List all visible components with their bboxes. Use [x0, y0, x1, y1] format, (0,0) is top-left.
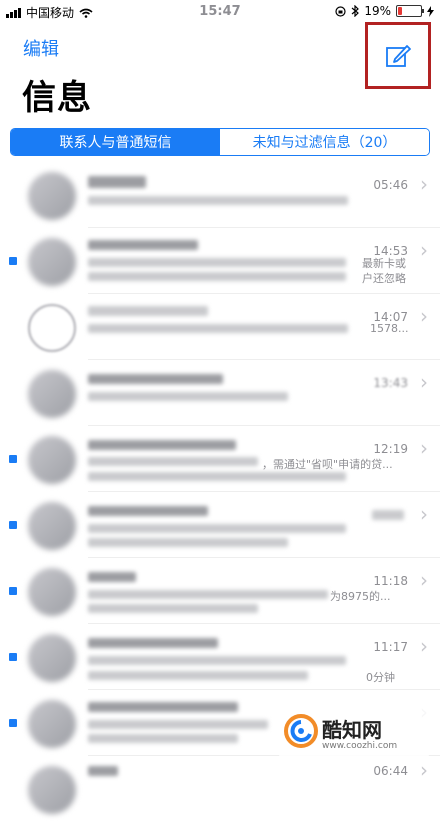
battery-fill — [398, 7, 402, 15]
preview-snippet: 最新卡或 户还忽略 — [362, 257, 406, 285]
message-row[interactable]: 05:46 › — [0, 162, 440, 228]
message-preview — [88, 524, 346, 533]
charging-icon — [427, 5, 434, 17]
unread-indicator — [9, 257, 17, 265]
chevron-right-icon: › — [420, 436, 428, 460]
message-row[interactable]: › — [0, 492, 440, 558]
message-preview — [88, 604, 258, 613]
chevron-right-icon: › — [420, 304, 428, 328]
status-right: 19% — [335, 4, 434, 18]
message-preview — [88, 457, 258, 466]
message-time: 11:17 — [373, 640, 408, 654]
sender-name — [88, 572, 136, 582]
message-time: 12:19 — [373, 442, 408, 456]
chevron-right-icon: › — [420, 238, 428, 262]
chevron-right-icon: › — [420, 568, 428, 592]
message-preview — [88, 734, 238, 743]
avatar — [28, 304, 76, 352]
message-preview — [88, 538, 288, 547]
compose-highlight — [365, 22, 431, 89]
message-preview — [88, 258, 346, 267]
avatar — [28, 568, 76, 616]
coozhi-logo-icon — [284, 714, 318, 748]
lock-rotation-icon — [335, 5, 346, 17]
message-preview — [88, 324, 348, 333]
sender-name — [88, 176, 146, 188]
message-preview — [88, 272, 346, 281]
message-row[interactable]: 最新卡或 户还忽略 14:53 › — [0, 228, 440, 294]
chevron-right-icon: › — [420, 634, 428, 658]
unread-indicator — [9, 587, 17, 595]
watermark: 酷知网 www.coozhi.com — [278, 708, 430, 758]
tab-contacts-sms[interactable]: 联系人与普通短信 — [11, 129, 220, 155]
message-time: 11:18 — [373, 574, 408, 588]
message-preview — [88, 196, 348, 205]
preview-snippet: 为8975的... — [330, 590, 391, 603]
chevron-right-icon: › — [420, 502, 428, 526]
unread-indicator — [9, 521, 17, 529]
sender-name — [88, 240, 198, 250]
unread-indicator — [9, 719, 17, 727]
message-row[interactable]: 06:44 › — [0, 756, 440, 822]
sender-name — [88, 638, 218, 648]
message-row[interactable]: 0分钟 11:17 › — [0, 624, 440, 690]
chevron-right-icon: › — [420, 370, 428, 394]
filter-segmented-control: 联系人与普通短信 未知与过滤信息（20） — [10, 128, 430, 156]
message-row[interactable]: 为8975的... 11:18 › — [0, 558, 440, 624]
avatar — [28, 172, 76, 220]
preview-snippet: 0分钟 — [366, 671, 395, 684]
battery-percent: 19% — [364, 4, 391, 18]
edit-button[interactable]: 编辑 — [23, 35, 59, 61]
tab-unknown-filtered[interactable]: 未知与过滤信息（20） — [220, 129, 429, 155]
message-time: 06:44 — [373, 764, 408, 778]
battery-icon — [396, 5, 424, 17]
sender-name — [88, 306, 208, 316]
preview-snippet: ，需通过"省呗"申请的贷... — [262, 458, 393, 471]
message-time: 14:07 — [373, 310, 408, 324]
unread-indicator — [9, 653, 17, 661]
message-time: 13:43 — [373, 376, 408, 390]
message-preview — [88, 656, 346, 665]
message-preview — [88, 720, 268, 729]
bluetooth-icon — [351, 5, 360, 17]
message-preview — [88, 472, 346, 481]
message-row[interactable]: 13:43 › — [0, 360, 440, 426]
message-row[interactable]: 1578... 14:07 › — [0, 294, 440, 360]
avatar — [28, 238, 76, 286]
avatar — [28, 766, 76, 814]
message-preview — [88, 392, 288, 401]
sender-name — [88, 440, 236, 450]
status-bar: 中国移动 15:47 19% — [0, 0, 440, 22]
message-time: 05:46 — [373, 178, 408, 192]
avatar — [28, 502, 76, 550]
unread-indicator — [9, 455, 17, 463]
message-time — [372, 510, 404, 520]
chevron-right-icon: › — [420, 758, 428, 782]
avatar — [28, 370, 76, 418]
message-row[interactable]: ，需通过"省呗"申请的贷... 12:19 › — [0, 426, 440, 492]
avatar — [28, 634, 76, 682]
message-preview — [88, 590, 328, 599]
avatar — [28, 436, 76, 484]
chevron-right-icon: › — [420, 172, 428, 196]
page-title: 信息 — [22, 78, 92, 118]
sender-name — [88, 506, 208, 516]
sender-name — [88, 766, 118, 776]
sender-name — [88, 702, 238, 712]
sender-name — [88, 374, 223, 384]
watermark-url: www.coozhi.com — [322, 741, 398, 751]
compose-icon[interactable] — [385, 43, 411, 69]
message-time: 14:53 — [373, 244, 408, 258]
watermark-brand: 酷知网 — [322, 718, 382, 742]
message-preview — [88, 671, 308, 680]
avatar — [28, 700, 76, 748]
